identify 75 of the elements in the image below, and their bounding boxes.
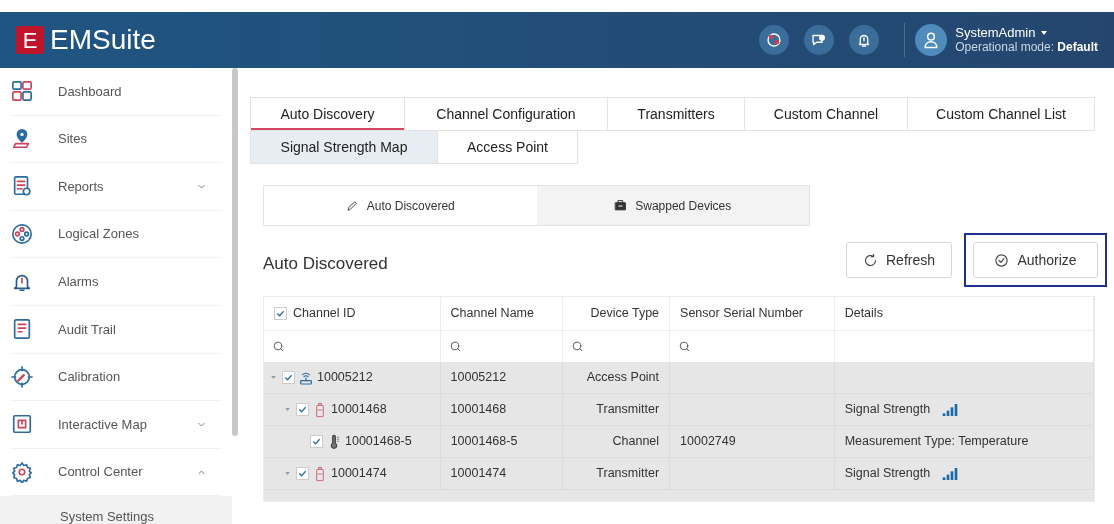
dropdown-caret-icon[interactable] [1041,31,1048,35]
chat-info-button[interactable] [804,25,835,55]
scrollbar[interactable] [232,68,238,436]
tab[interactable]: Auto Discovery [250,98,405,131]
logo: E [16,26,44,54]
column-header[interactable]: Channel ID [293,304,356,323]
document-icon [11,318,33,341]
sidebar-item[interactable]: Audit Trail [10,305,222,354]
globe-button[interactable] [759,25,790,55]
table-cell-text: 10001468 [331,401,387,419]
network-circle-icon [11,223,33,246]
checkmark-icon [298,405,307,414]
checkbox[interactable] [310,435,323,448]
bell-button[interactable] [849,25,880,55]
search-icon [678,340,692,353]
sidebar-item[interactable]: Dashboard [10,68,222,116]
checkbox[interactable] [274,307,287,320]
table-cell-text: Signal Strength [844,465,931,483]
table-cell-text: 10002749 [680,433,736,451]
column-header[interactable]: Details [844,304,883,323]
sidebar-item[interactable]: Reports [10,163,222,211]
sidebar-subitem[interactable]: System Settings [0,496,232,524]
globe-icon [765,31,784,49]
table-cell-text: 10001474 [450,465,507,483]
tab[interactable]: Custom Channel [745,98,908,131]
search-icon [571,340,585,353]
table-cell-text: Access Point [586,369,660,387]
column-header[interactable]: Sensor Serial Number [680,304,804,323]
section-title: Auto Discovered [263,253,389,276]
report-icon [11,175,33,198]
operational-mode: Operational mode: Default [955,40,1098,54]
sidebar-item[interactable]: Alarms [10,258,222,306]
table-cell-text: 10001468-5 [450,433,518,451]
grid-icon [11,80,33,103]
tab[interactable]: Custom Channel List [908,98,1095,131]
user-name[interactable]: SystemAdmin [955,26,1036,40]
app-name: EMSuite [50,23,156,57]
sidebar-item[interactable]: Calibration [10,353,222,402]
action-button[interactable]: Authorize [973,242,1098,278]
tab[interactable]: Signal Strength Map [250,131,438,164]
check-circle-icon [994,252,1010,268]
settings-icon [11,461,33,484]
table-cell-text: 10001468 [450,401,507,419]
tab[interactable]: Transmitters [608,98,745,131]
checkmark-icon [298,469,307,478]
sidebar-item[interactable]: Interactive Map [10,401,222,449]
column-header[interactable]: Device Type [590,304,660,323]
search-icon [448,340,462,353]
action-button[interactable]: Refresh [846,242,952,278]
checkmark-icon [312,437,321,446]
table-cell-text: Transmitter [596,465,660,483]
column-header[interactable]: Channel Name [450,304,534,323]
sidebar-item[interactable]: Logical Zones [10,210,222,259]
checkmark-icon [284,373,293,382]
table-cell-text: 10005212 [450,369,507,387]
briefcase-icon [614,199,628,212]
avatar[interactable] [915,24,948,56]
table-cell-text: Signal Strength [844,401,931,419]
table-cell-text: Measurement Type: Temperature [844,433,1029,451]
subtab[interactable]: Swapped Devices [536,186,809,225]
checkbox[interactable] [296,403,309,416]
table-cell-text: Transmitter [596,401,660,419]
tab[interactable]: Access Point [438,131,578,164]
pencil-icon [345,199,359,212]
table-cell-text: 10001474 [331,465,387,483]
search-icon [272,340,285,353]
tab[interactable]: Channel Configuration [405,98,608,131]
checkbox[interactable] [296,467,309,480]
checkmark-icon [276,309,285,318]
table-cell-text: Channel [612,433,660,451]
table-cell-text: 10005212 [317,369,373,387]
table-cell-text: 10001468-5 [345,433,412,451]
checkbox[interactable] [282,371,295,384]
sidebar-item[interactable]: Sites [10,115,222,164]
refresh-icon [863,252,878,268]
